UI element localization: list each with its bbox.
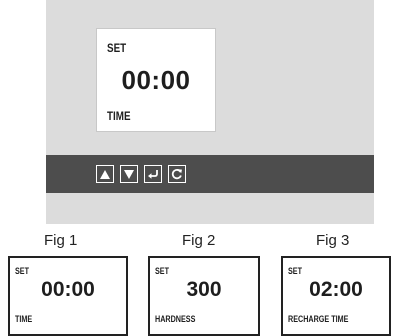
fig1-title: Fig 1 (44, 232, 78, 249)
control-panel: SET 00:00 TIME (46, 0, 374, 224)
enter-icon (148, 170, 158, 179)
fig2-display: SET 300 HARDNESS (148, 256, 260, 336)
fig1-display: SET 00:00 TIME (8, 256, 128, 336)
fig2-title: Fig 2 (182, 232, 216, 249)
main-lcd-display: SET 00:00 TIME (96, 28, 216, 132)
arrow-up-icon (100, 169, 110, 179)
display-bottom-label: TIME (107, 109, 131, 123)
fig2-value: 300 (186, 278, 222, 301)
display-set-label: SET (107, 41, 127, 55)
reset-button[interactable] (168, 165, 186, 183)
fig1-bottom-label: TIME (15, 314, 33, 324)
display-value: 00:00 (121, 65, 191, 95)
fig3-title: Fig 3 (316, 232, 350, 249)
fig2-bottom-label: HARDNESS (155, 314, 196, 324)
enter-button[interactable] (144, 165, 162, 183)
fig1-value: 00:00 (41, 278, 95, 301)
fig1-set-label: SET (15, 266, 30, 276)
figures-row: Fig 1 SET 00:00 TIME Fig 2 SET 300 HARDN… (0, 232, 394, 336)
fig2-set-label: SET (155, 266, 170, 276)
refresh-icon (171, 169, 182, 180)
fig3-value: 02:00 (309, 278, 363, 301)
fig3-set-label: SET (288, 266, 303, 276)
fig3-bottom-label: RECHARGE TIME (288, 314, 349, 324)
arrow-down-icon (124, 169, 134, 179)
button-bar (46, 155, 374, 193)
up-button[interactable] (96, 165, 114, 183)
fig3-display: SET 02:00 RECHARGE TIME (281, 256, 391, 336)
down-button[interactable] (120, 165, 138, 183)
